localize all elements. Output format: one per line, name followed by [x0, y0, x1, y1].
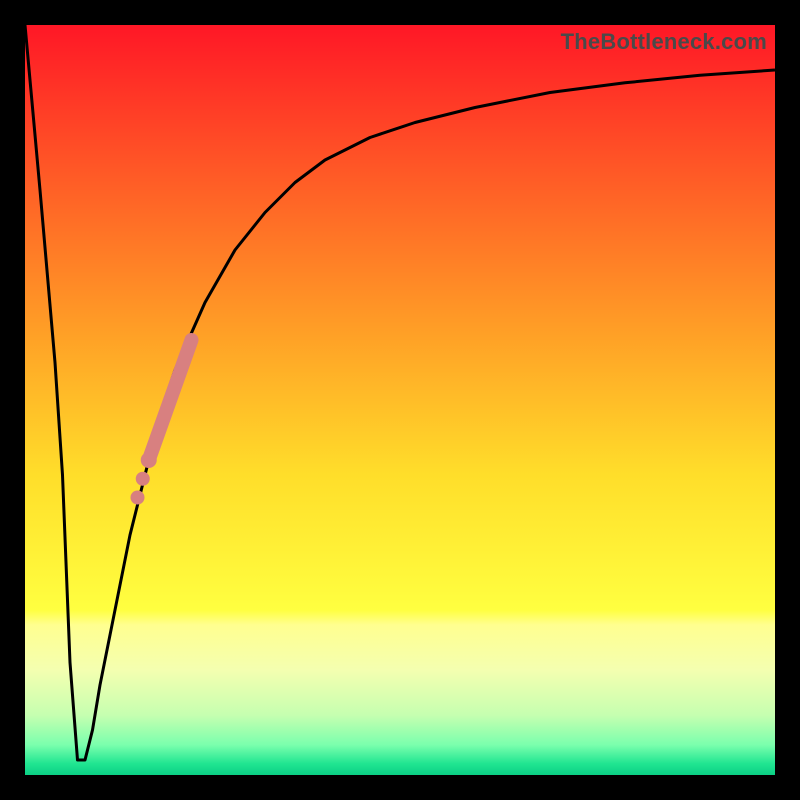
- chart-svg: [25, 25, 775, 775]
- highlight-dots: [131, 452, 157, 505]
- highlight-dot: [141, 452, 157, 468]
- highlight-segment: [149, 340, 192, 460]
- watermark-text: TheBottleneck.com: [561, 29, 767, 55]
- highlight-dot: [136, 472, 150, 486]
- plot-area: TheBottleneck.com: [25, 25, 775, 775]
- highlight-dot: [131, 491, 145, 505]
- chart-frame: TheBottleneck.com: [0, 0, 800, 800]
- bottleneck-curve: [25, 25, 775, 760]
